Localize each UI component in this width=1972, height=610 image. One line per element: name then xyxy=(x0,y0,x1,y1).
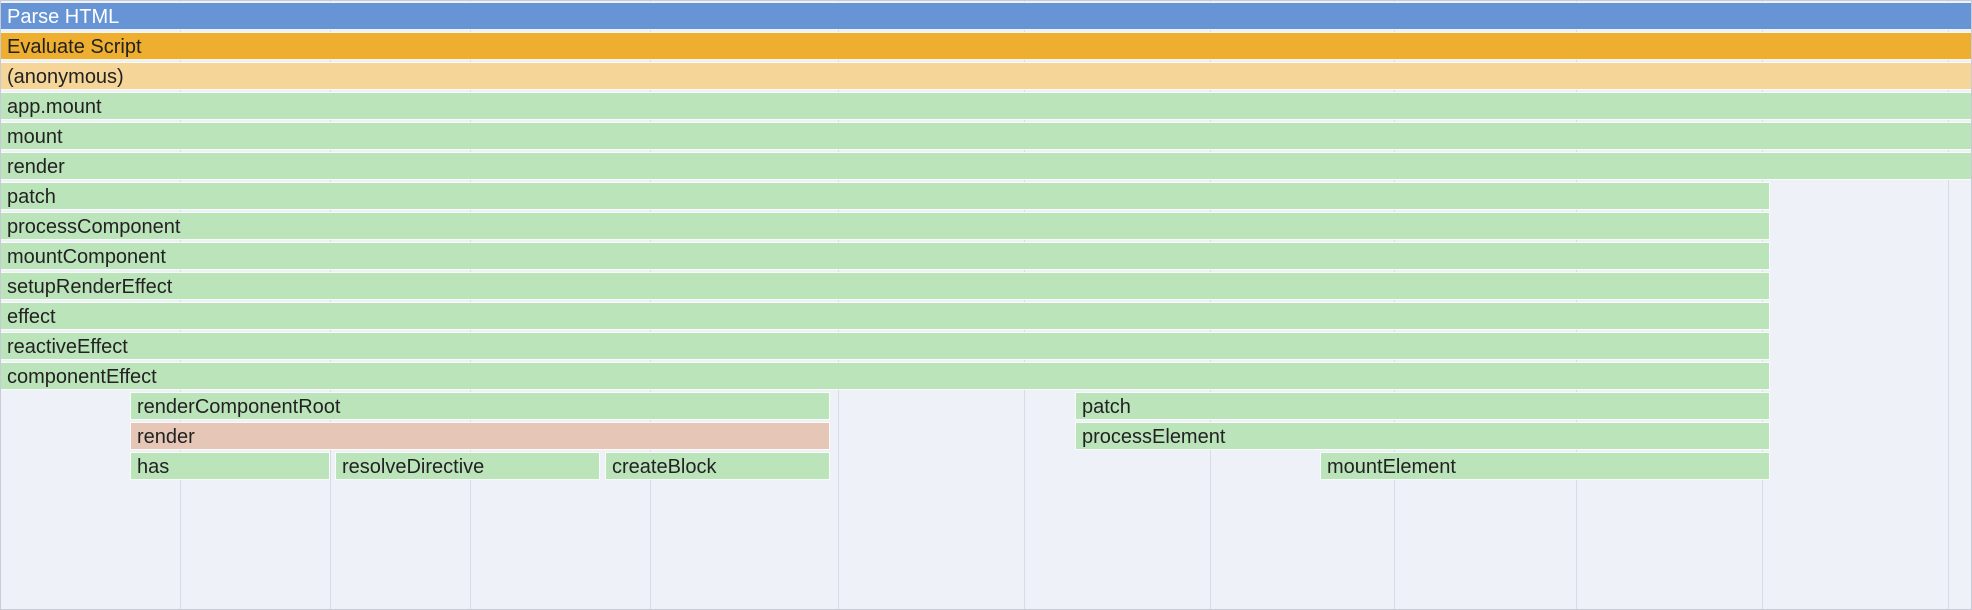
flame-bar[interactable]: componentEffect xyxy=(0,362,1770,390)
flame-bar[interactable]: effect xyxy=(0,302,1770,330)
flame-bar[interactable]: mountComponent xyxy=(0,242,1770,270)
flame-bar[interactable]: Evaluate Script xyxy=(0,32,1972,60)
flame-bar[interactable]: createBlock xyxy=(605,452,830,480)
flame-bar[interactable]: Parse HTML xyxy=(0,2,1972,30)
flame-bar[interactable]: patch xyxy=(0,182,1770,210)
flame-bar[interactable]: patch xyxy=(1075,392,1770,420)
flame-bar[interactable]: (anonymous) xyxy=(0,62,1972,90)
flame-bar[interactable]: resolveDirective xyxy=(335,452,600,480)
flame-bar[interactable]: processElement xyxy=(1075,422,1770,450)
flame-bar[interactable]: reactiveEffect xyxy=(0,332,1770,360)
flame-bar[interactable]: mount xyxy=(0,122,1972,150)
flame-bar[interactable]: render xyxy=(130,422,830,450)
flame-bar[interactable]: renderComponentRoot xyxy=(130,392,830,420)
flame-bar[interactable]: setupRenderEffect xyxy=(0,272,1770,300)
flame-bar[interactable]: mountElement xyxy=(1320,452,1770,480)
flame-bar[interactable]: processComponent xyxy=(0,212,1770,240)
flame-bar[interactable]: app.mount xyxy=(0,92,1972,120)
flame-bar[interactable]: has xyxy=(130,452,330,480)
flame-bar[interactable]: render xyxy=(0,152,1972,180)
